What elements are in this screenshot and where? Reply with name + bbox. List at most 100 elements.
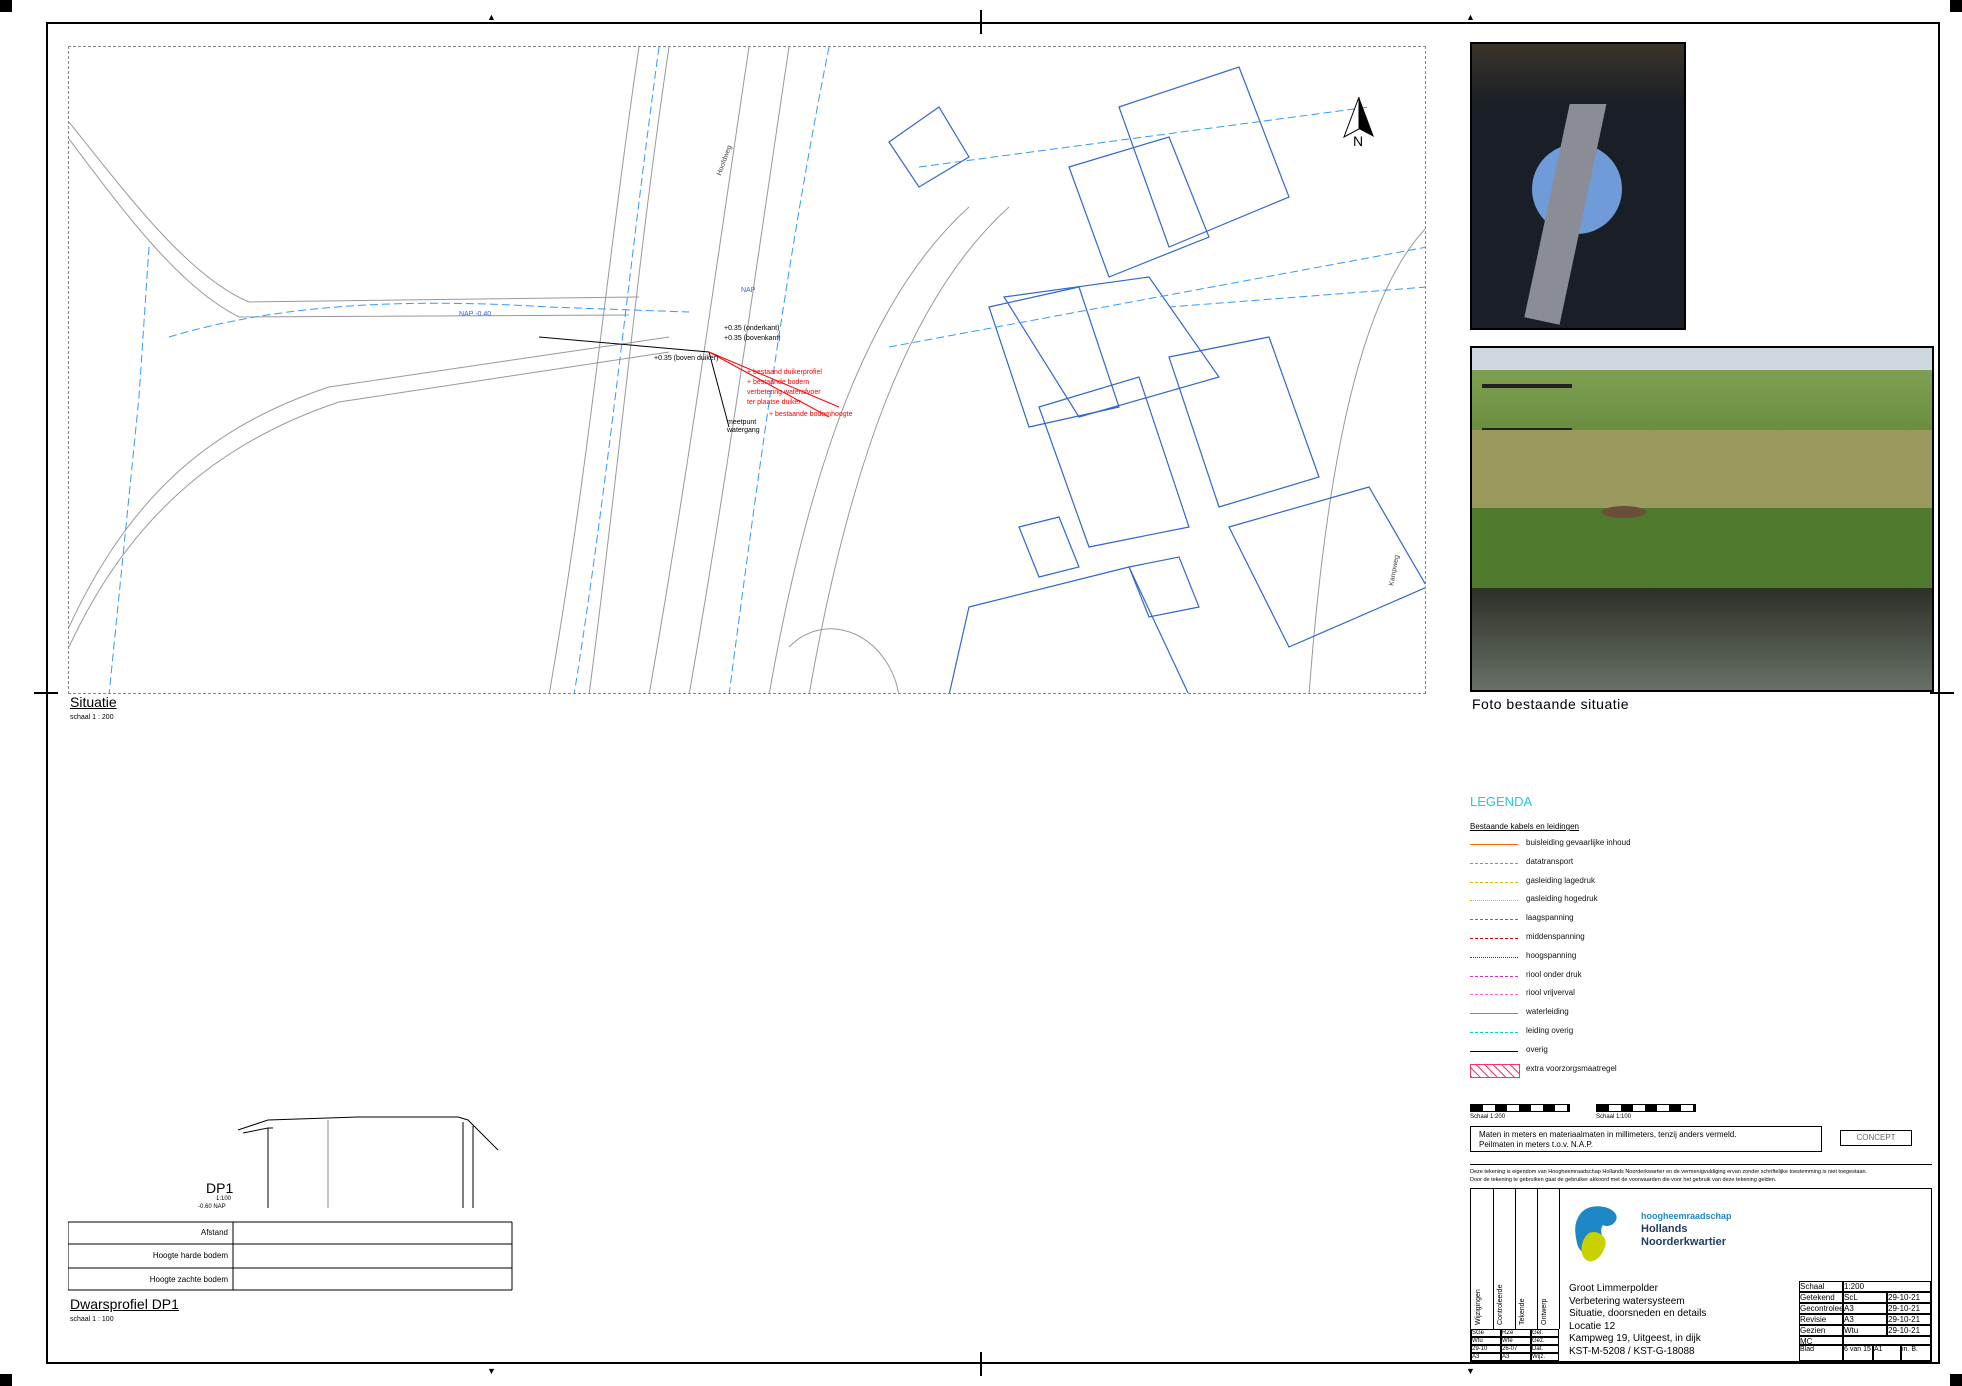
photo-ditch — [1470, 346, 1934, 692]
center-mark-right — [1930, 692, 1954, 694]
notes-box: Maten in meters en materiaalmaten in mil… — [1470, 1126, 1822, 1152]
situatie-map[interactable]: N Hoofdweg Kampweg NAP -0.40 NAP +0.35 (… — [68, 46, 1426, 694]
org-logo-mark — [1575, 1206, 1617, 1262]
photo-water — [1472, 588, 1932, 690]
meta-value: ScL — [1843, 1292, 1887, 1303]
sig-cell: A3 — [1471, 1353, 1501, 1361]
sig-cell: A3 — [1501, 1353, 1531, 1361]
side-column: Controleerde — [1493, 1189, 1516, 1329]
sig-cell: Wijz. — [1531, 1353, 1559, 1361]
meta-key: Gecontroleerd — [1799, 1303, 1843, 1314]
side-label-4: Ontwerp — [1541, 1298, 1548, 1325]
legend-swatch — [1470, 881, 1518, 883]
situatie-title: Situatie — [70, 694, 117, 710]
project-line: Situatie, doorsneden en details — [1569, 1308, 1707, 1319]
legend-subtitle: Bestaande kabels en leidingen — [1470, 822, 1579, 831]
dp-tag-sub-2: -0.60 NAP — [198, 1204, 226, 1210]
corner-mark — [1950, 0, 1962, 12]
meta-value: A3 — [1843, 1314, 1887, 1325]
dwarsprofiel-title: Dwarsprofiel DP1 — [70, 1296, 179, 1312]
arrow-mark: ▼ — [1466, 1366, 1475, 1376]
org-line-1: hoogheemraadschap — [1641, 1211, 1732, 1221]
legend-item: gasleiding hogedruk — [1470, 894, 1700, 908]
level-marker-left: NAP -0.40 — [459, 311, 492, 318]
legend-item: riool onder druk — [1470, 970, 1700, 984]
legend-item: extra voorzorgsmaatregel — [1470, 1063, 1700, 1078]
legend-label: waterleiding — [1526, 1007, 1569, 1017]
project-line: Kampweg 19, Uitgeest, in dijk — [1569, 1333, 1701, 1344]
legend-swatch — [1470, 994, 1518, 996]
project-line: KST-M-5208 / KST-G-18088 — [1569, 1345, 1695, 1357]
concept-stamp: CONCEPT — [1840, 1130, 1912, 1146]
legend-swatch — [1470, 975, 1518, 977]
legend-swatch — [1470, 1032, 1518, 1033]
legend-item: waterleiding — [1470, 1007, 1700, 1021]
dwarsprofiel: DP1 1:100 -0.60 NAP Afstand Hoogte harde… — [67, 1100, 518, 1300]
legend-label: middenspanning — [1526, 932, 1585, 941]
meta-key: Revisie — [1799, 1314, 1843, 1325]
legend-item: leiding overig — [1470, 1026, 1700, 1040]
legend-item: buisleiding gevaarlijke inhoud — [1470, 838, 1700, 852]
legend-item: hoogspanning — [1470, 951, 1700, 965]
legend-label: riool vrijverval — [1526, 988, 1575, 998]
dp-tag: DP1 — [206, 1180, 234, 1196]
meta-value: 1:200 — [1843, 1281, 1931, 1292]
meta-key: Schaal — [1799, 1281, 1843, 1292]
meta-value — [1843, 1336, 1931, 1345]
side-column: Wijzigingen — [1471, 1189, 1494, 1329]
photos-title: Foto bestaande situatie — [1472, 696, 1630, 712]
legend-swatch — [1470, 1063, 1520, 1078]
legend-item: gasleiding lagedruk — [1470, 876, 1700, 890]
center-mark-left — [34, 692, 58, 694]
sheet-value: 6 van 15 — [1843, 1345, 1873, 1361]
org-logo: hoogheemraadschap Hollands Noorderkwarti… — [1569, 1203, 1769, 1269]
legend-swatch — [1470, 900, 1518, 902]
side-label-3: Tekende — [1519, 1298, 1526, 1325]
meta-date: 29-10-21 — [1887, 1325, 1931, 1336]
corner-mark — [1950, 1374, 1962, 1386]
photo-manhole — [1470, 42, 1686, 330]
annotation-level-1: +0.35 (onderkant) — [724, 325, 780, 332]
regnr-value: in. B. — [1901, 1345, 1931, 1361]
legend-label: hoogspanning — [1526, 950, 1577, 960]
meta-key: Gezien — [1799, 1325, 1843, 1336]
meta-date: 29-10-21 — [1887, 1303, 1931, 1314]
annotation-level-3: +0.35 (boven duiker) — [654, 355, 719, 362]
arrow-mark: ▼ — [487, 1366, 496, 1376]
meta-key: MC — [1799, 1336, 1843, 1345]
format-value: A1 — [1873, 1345, 1901, 1361]
meta-date: 29-10-21 — [1887, 1292, 1931, 1303]
dwarsprofiel-scale: schaal 1 : 100 — [70, 1316, 114, 1323]
meta-date: 29-10-21 — [1887, 1314, 1931, 1325]
dp-row-label: Afstand — [200, 1228, 228, 1237]
north-label: N — [1353, 133, 1364, 149]
legend-swatch — [1470, 844, 1518, 845]
sig-cell: Wte — [1501, 1337, 1531, 1345]
side-column: Ontwerp — [1537, 1189, 1560, 1329]
legend-label: gasleiding hogedruk — [1526, 894, 1598, 904]
legend-label: buisleiding gevaarlijke inhoud — [1526, 838, 1631, 847]
sig-cell: SGe — [1471, 1329, 1501, 1337]
notes-line-2: Peilmaten in meters t.o.v. N.A.P. — [1479, 1140, 1593, 1149]
legend-label: laagspanning — [1526, 913, 1574, 923]
sig-cell: Gez. — [1531, 1337, 1559, 1345]
legend-swatch — [1470, 938, 1518, 939]
meta-value: A3 — [1843, 1303, 1887, 1314]
photo-sky — [1472, 348, 1932, 370]
scalebar-right — [1596, 1104, 1696, 1112]
legend-item: middenspanning — [1470, 932, 1700, 946]
annotation-red-4: ter plaatse duiker — [747, 399, 801, 406]
scalebar-left — [1470, 1104, 1570, 1112]
project-info: Groot Limmerpolder Verbetering watersyst… — [1569, 1283, 1801, 1358]
side-column: Tekende — [1515, 1189, 1538, 1329]
dp-row-label: Hoogte harde bodem — [152, 1251, 228, 1260]
legend-list: buisleiding gevaarlijke inhoud datatransp… — [1470, 838, 1710, 1078]
project-line: Locatie 12 — [1569, 1320, 1616, 1332]
photo-manhole-lid — [1602, 506, 1646, 518]
annotation-red-3: verbetering waterafvoer — [747, 389, 821, 396]
legend-title: LEGENDA — [1470, 794, 1533, 809]
sig-cell: Dat. — [1531, 1345, 1559, 1353]
meta-value: Wtu — [1843, 1325, 1887, 1336]
legend-swatch — [1470, 1013, 1518, 1015]
sig-cell: RZe — [1501, 1329, 1531, 1337]
